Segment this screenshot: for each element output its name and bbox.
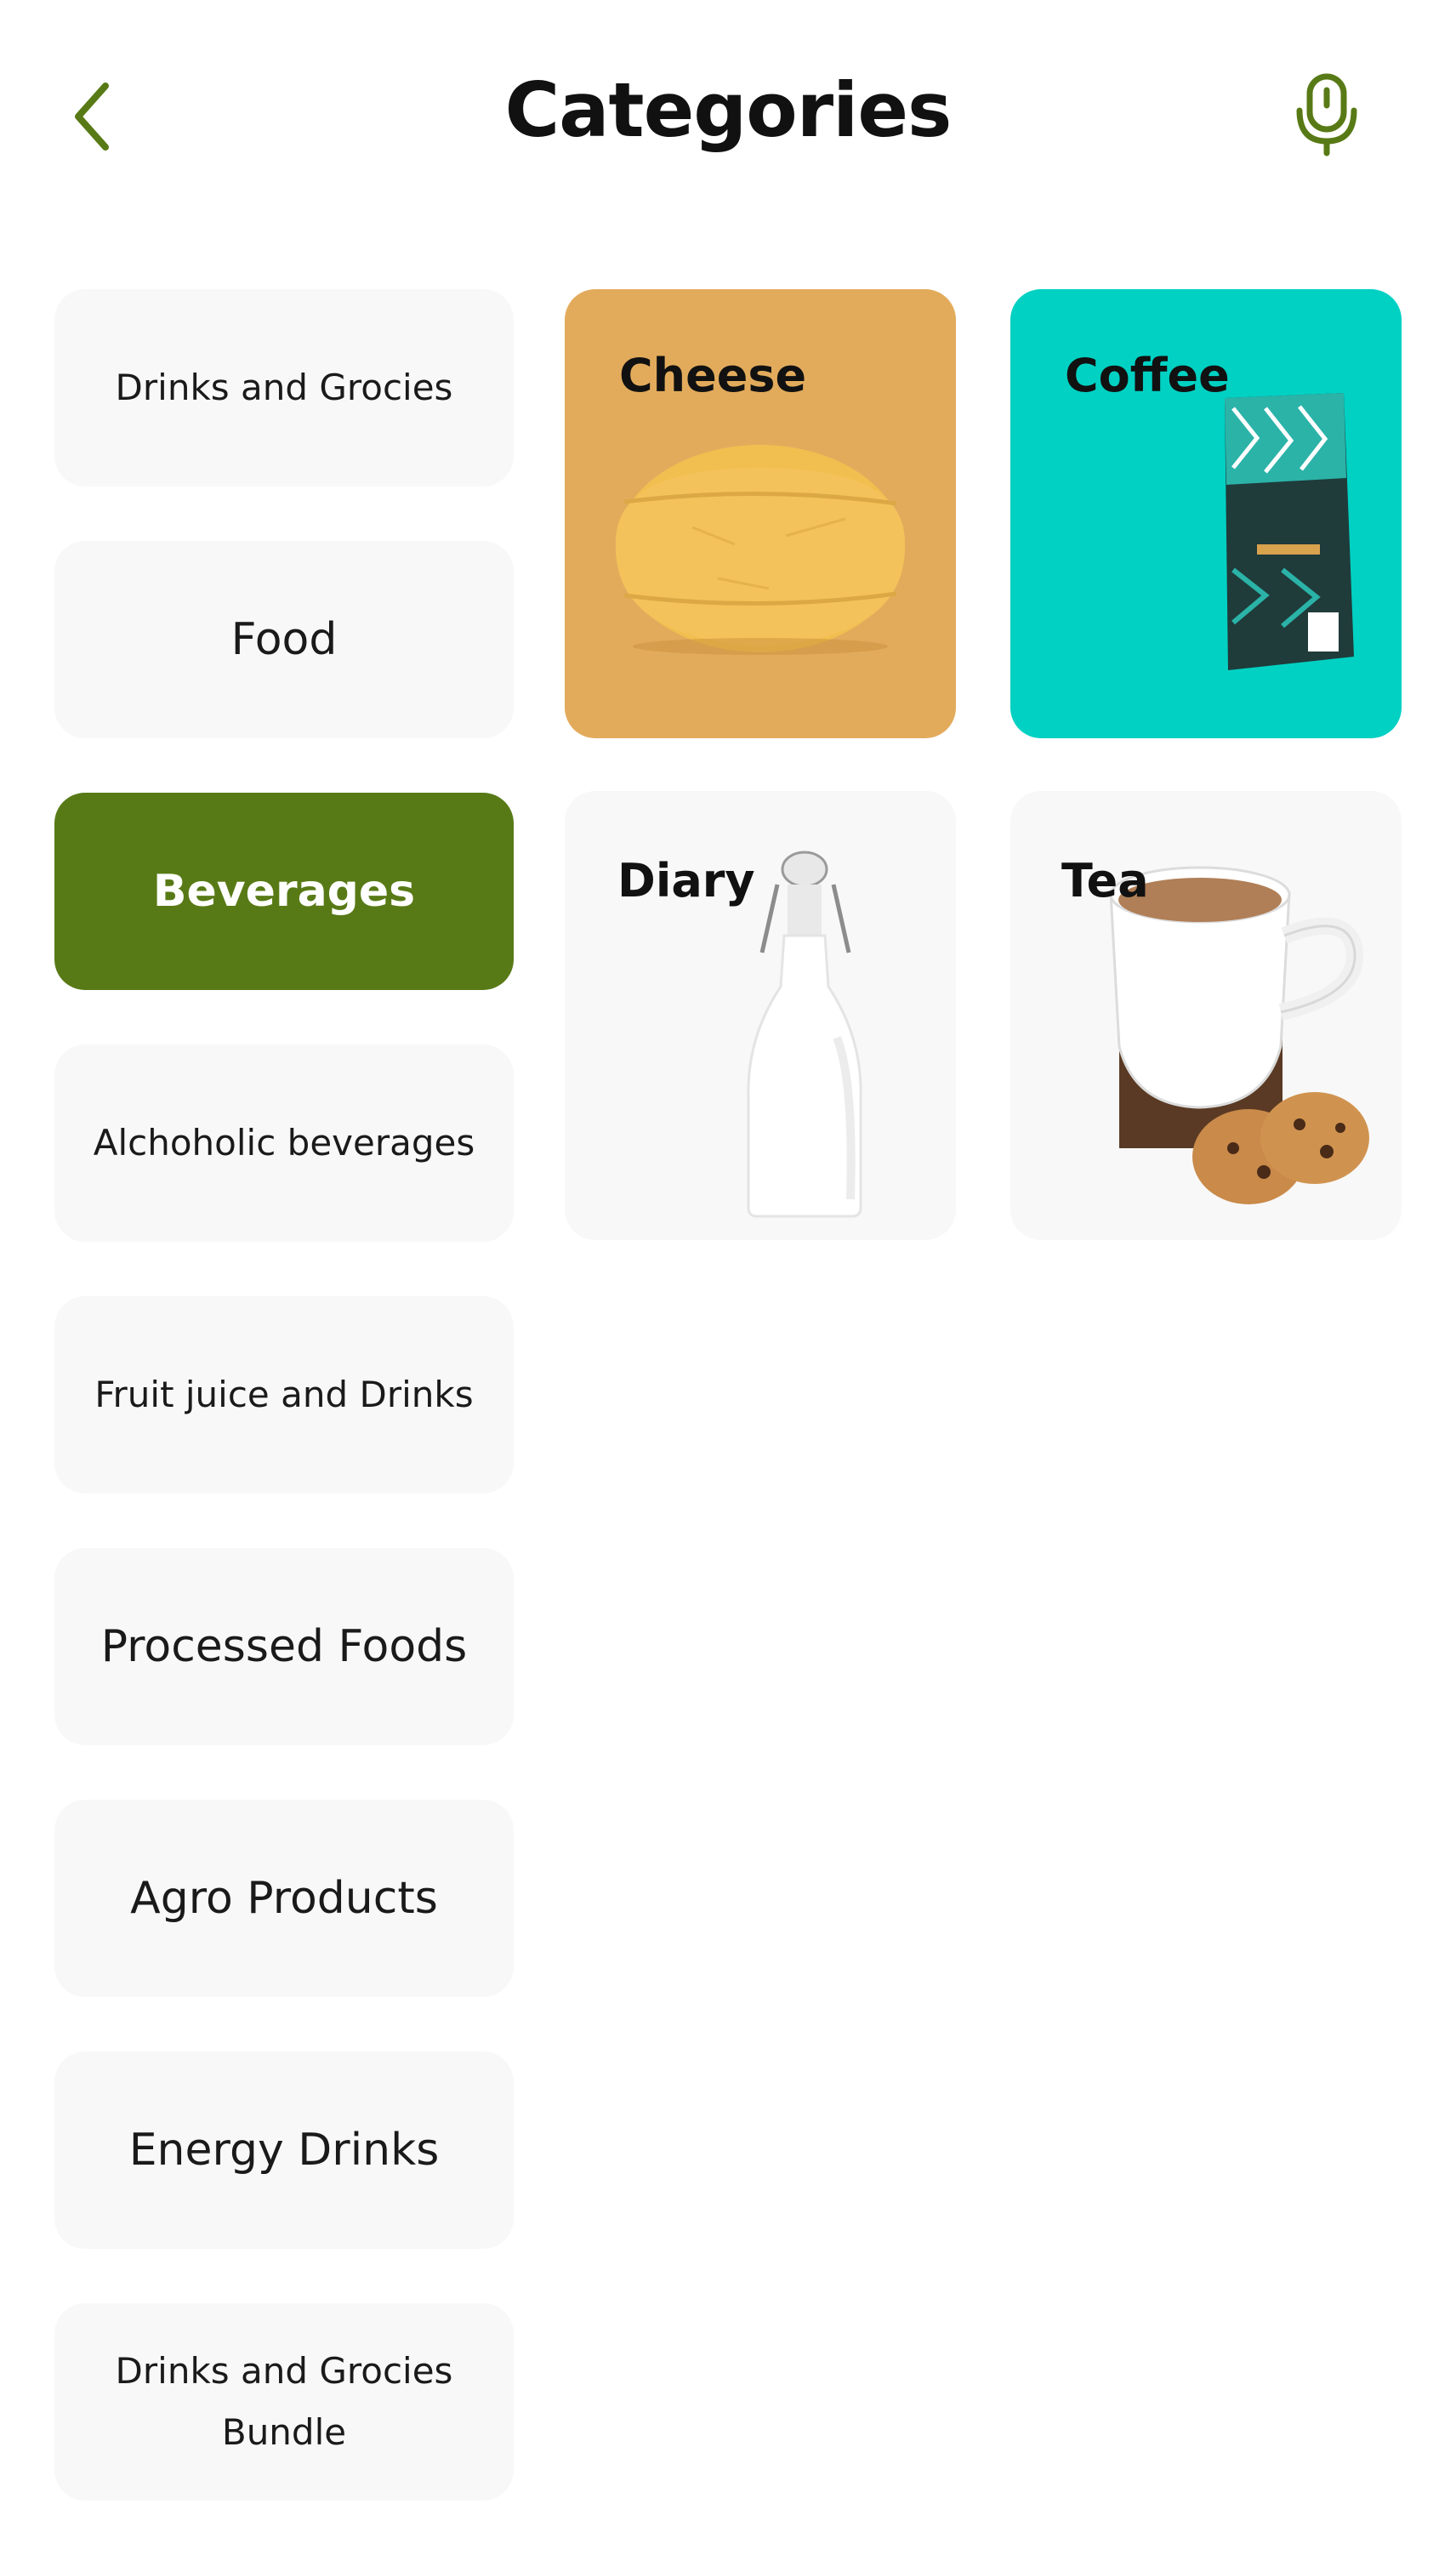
sidebar-item-label: Drinks and Grocies: [115, 367, 453, 408]
sidebar-item-label: Beverages: [152, 866, 416, 917]
sidebar-item-label: Alchoholic beverages: [93, 1122, 475, 1164]
category-card-cheese[interactable]: Cheese: [565, 289, 956, 738]
card-label: Tea: [1061, 854, 1149, 908]
category-sidebar: Drinks and Grocies Food Beverages Alchoh…: [54, 289, 514, 2555]
sidebar-item-label: Drinks and Grocies Bundle: [115, 2350, 453, 2453]
sidebar-item-alchoholic-beverages[interactable]: Alchoholic beverages: [54, 1044, 514, 1242]
category-card-tea[interactable]: Tea: [1010, 791, 1402, 1240]
microphone-icon: [1296, 73, 1357, 156]
sidebar-item-fruit-juice-and-drinks[interactable]: Fruit juice and Drinks: [54, 1296, 514, 1494]
voice-search-button[interactable]: [1288, 71, 1365, 156]
sidebar-item-label: Agro Products: [130, 1873, 438, 1924]
sidebar-item-label: Food: [230, 614, 338, 665]
sidebar-item-drinks-and-grocies-bundle[interactable]: Drinks and Grocies Bundle: [54, 2303, 514, 2501]
top-bar: Categories: [0, 0, 1456, 221]
sidebar-item-food[interactable]: Food: [54, 541, 514, 738]
category-card-diary[interactable]: Diary: [565, 791, 956, 1240]
sidebar-item-energy-drinks[interactable]: Energy Drinks: [54, 2051, 514, 2249]
sidebar-item-label: Fruit juice and Drinks: [94, 1374, 474, 1415]
card-label: Diary: [617, 854, 755, 908]
page-title: Categories: [504, 66, 953, 154]
sidebar-item-label: Energy Drinks: [128, 2125, 440, 2176]
sidebar-item-drinks-and-grocies[interactable]: Drinks and Grocies: [54, 289, 514, 487]
card-label: Cheese: [619, 349, 807, 402]
card-label: Coffee: [1065, 349, 1230, 402]
sidebar-item-beverages[interactable]: Beverages: [54, 793, 514, 990]
sidebar-item-agro-products[interactable]: Agro Products: [54, 1800, 514, 1997]
sidebar-item-processed-foods[interactable]: Processed Foods: [54, 1548, 514, 1745]
sidebar-item-label: Processed Foods: [100, 1621, 468, 1672]
category-card-coffee[interactable]: Coffee: [1010, 289, 1402, 738]
